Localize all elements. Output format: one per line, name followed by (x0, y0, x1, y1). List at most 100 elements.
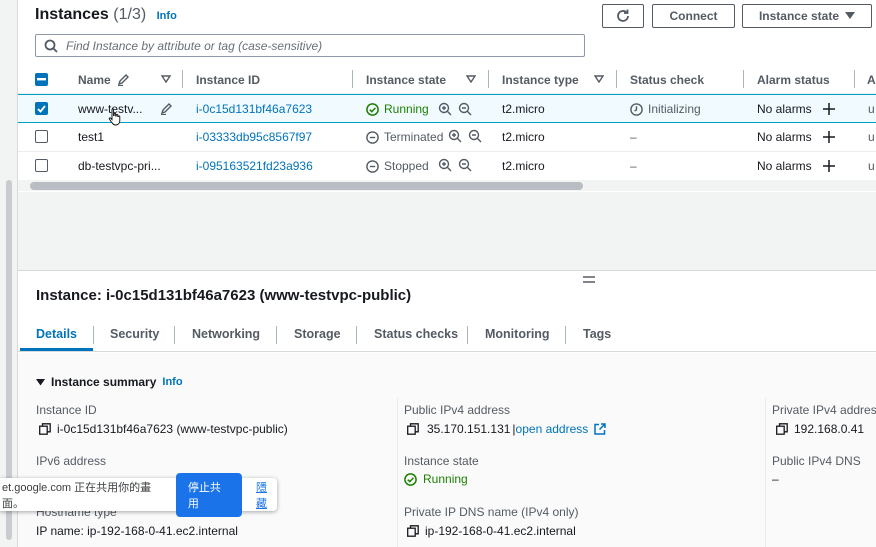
summary-info-link[interactable]: Info (162, 376, 182, 388)
tab-status-checks[interactable]: Status checks (374, 327, 458, 341)
tab-storage[interactable]: Storage (294, 327, 341, 341)
column-header-alarm-status[interactable]: Alarm status (757, 73, 830, 87)
connect-label: Connect (669, 9, 718, 23)
add-alarm-icon[interactable] (823, 131, 835, 143)
external-link-icon[interactable] (594, 423, 607, 435)
info-link[interactable]: Info (157, 10, 177, 22)
column-separator[interactable] (854, 70, 855, 88)
public-ipv4-value: 35.170.151.131 | open address (407, 422, 607, 436)
availability-zone-cell: u (868, 102, 875, 116)
column-separator[interactable] (743, 70, 744, 88)
sort-caret-icon[interactable] (161, 75, 171, 83)
add-alarm-icon[interactable] (823, 160, 835, 172)
zone-text: u (868, 159, 875, 173)
tab-tags[interactable]: Tags (583, 327, 611, 341)
tab-details[interactable]: Details (36, 327, 77, 341)
row-checkbox[interactable] (35, 130, 48, 143)
column-header-instance-state[interactable]: Instance state (366, 73, 446, 87)
table-row[interactable]: www-testv... i-0c15d131bf46a7623 Running… (18, 94, 876, 126)
alarm-status-cell: No alarms (757, 130, 812, 144)
refresh-icon (617, 9, 629, 22)
column-header-instance-type[interactable]: Instance type (502, 73, 579, 87)
instance-state-text: Running (423, 472, 468, 486)
instance-state-dropdown[interactable]: Instance state (742, 4, 872, 28)
sort-caret-icon[interactable] (594, 75, 604, 83)
tab-security[interactable]: Security (110, 327, 159, 341)
copy-icon[interactable] (407, 525, 419, 537)
column-separator[interactable] (616, 70, 617, 88)
column-label: Instance ID (196, 73, 261, 87)
minus-circle-icon (366, 159, 379, 173)
column-header-status-check[interactable]: Status check (630, 73, 704, 87)
row-checkbox[interactable] (35, 159, 48, 172)
column-separator[interactable] (488, 70, 489, 88)
column-header-availability-zone[interactable]: A (867, 73, 876, 87)
public-dns-value: – (772, 472, 779, 486)
detail-title: Instance: i-0c15d131bf46a7623 (www-testv… (36, 287, 412, 304)
instance-id-link[interactable]: i-03333db95c8567f97 (196, 130, 312, 144)
tab-separator (467, 326, 468, 344)
minus-circle-icon (366, 130, 379, 144)
copy-icon[interactable] (407, 423, 419, 435)
check-circle-icon (366, 102, 379, 116)
tab-monitoring[interactable]: Monitoring (485, 327, 550, 341)
horizontal-scrollbar[interactable] (30, 182, 583, 190)
private-ipv4-value: 192.168.0.41 (776, 422, 864, 436)
stop-sharing-button[interactable]: 停止共用 (175, 472, 242, 517)
status-check-text: – (630, 130, 637, 144)
zoom-out-icon[interactable] (458, 158, 472, 172)
hide-link[interactable]: 隱藏 (256, 479, 277, 511)
add-alarm-icon[interactable] (823, 103, 835, 115)
public-dns-label: Public IPv4 DNS (772, 454, 861, 468)
instance-name: db-testvpc-pri... (78, 159, 161, 173)
copy-icon[interactable] (39, 423, 51, 435)
column-label: Name (78, 73, 111, 87)
instance-state-cell: Terminated (366, 130, 443, 144)
status-check-cell: – (630, 159, 637, 173)
private-dns-text: ip-192-168-0-41.ec2.internal (425, 524, 576, 538)
instance-state-label: Instance state (404, 454, 479, 468)
private-dns-label: Private IP DNS name (IPv4 only) (404, 505, 579, 519)
resize-handle-icon[interactable] (583, 276, 595, 283)
table-row[interactable]: test1 i-03333db95c8567f97 Terminated t2.… (18, 123, 876, 152)
tab-networking[interactable]: Networking (192, 327, 260, 341)
availability-zone-cell: u (868, 159, 875, 173)
collapse-caret-icon (36, 378, 45, 385)
type-text: t2.micro (502, 130, 545, 144)
refresh-button[interactable] (602, 4, 644, 28)
zoom-in-icon[interactable] (438, 158, 452, 172)
search-input[interactable] (66, 38, 566, 53)
search-bar[interactable] (35, 34, 585, 57)
column-divider (397, 398, 398, 547)
instance-summary-header[interactable]: Instance summary Info (36, 375, 183, 389)
zoom-in-icon[interactable] (438, 102, 452, 116)
alarm-text: No alarms (757, 130, 812, 144)
instance-id-text: i-03333db95c8567f97 (196, 130, 313, 144)
column-header-name[interactable]: Name (78, 73, 129, 87)
row-checkbox[interactable] (35, 102, 48, 115)
sort-caret-icon[interactable] (466, 75, 476, 83)
search-icon (44, 39, 58, 53)
column-separator[interactable] (352, 70, 353, 88)
status-check-text: – (630, 159, 637, 173)
zoom-in-icon[interactable] (448, 129, 462, 143)
selection-count: (1/3) (113, 6, 147, 23)
name-cell[interactable]: db-testvpc-pri... (78, 159, 161, 173)
open-address-link[interactable]: open address (516, 422, 589, 436)
name-cell[interactable]: test1 (78, 130, 104, 144)
split-panel-divider (18, 270, 876, 271)
private-ipv4-text: 192.168.0.41 (794, 422, 865, 436)
instance-id-link[interactable]: i-0c15d131bf46a7623 (196, 102, 312, 116)
connect-button[interactable]: Connect (652, 4, 735, 28)
edit-pencil-icon[interactable] (160, 103, 172, 115)
share-message: et.google.com 正在共用你的畫面。 (2, 481, 152, 510)
table-row[interactable]: db-testvpc-pri... i-095163521fd23a936 St… (18, 152, 876, 181)
zoom-out-icon[interactable] (468, 129, 482, 143)
zoom-out-icon[interactable] (458, 102, 472, 116)
copy-icon[interactable] (776, 423, 788, 435)
select-all-checkbox[interactable] (35, 73, 48, 86)
instance-id-link[interactable]: i-095163521fd23a936 (196, 159, 313, 173)
check-icon (37, 104, 46, 113)
column-separator[interactable] (182, 70, 183, 88)
column-header-instance-id[interactable]: Instance ID (196, 73, 260, 87)
